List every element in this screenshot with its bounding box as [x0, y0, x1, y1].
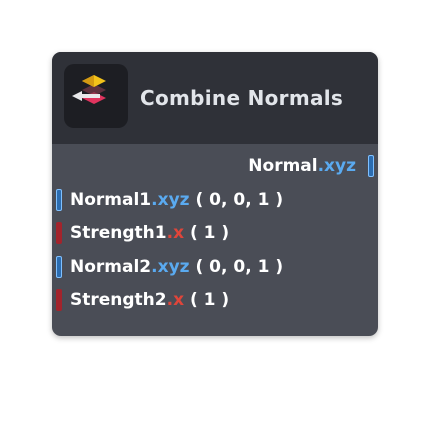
input-port-handle[interactable] [56, 289, 62, 311]
input-port-row-normal1[interactable]: Normal1.xyz ( 0, 0, 1 ) [52, 187, 378, 213]
input-port-handle[interactable] [56, 256, 62, 278]
output-label: Normal.xyz [248, 153, 356, 179]
input-swizzle: .x [166, 223, 185, 243]
input-name: Strength2 [70, 290, 167, 310]
combine-normals-node[interactable]: Combine Normals Normal.xyz Normal1.xyz (… [52, 52, 378, 336]
input-swizzle: .xyz [151, 257, 190, 277]
input-name: Strength1 [70, 223, 167, 243]
input-swizzle: .x [166, 290, 185, 310]
input-port-row-strength1[interactable]: Strength1.x ( 1 ) [52, 220, 378, 246]
input-label: Normal2.xyz ( 0, 0, 1 ) [70, 254, 283, 280]
output-port-handle[interactable] [368, 155, 374, 177]
input-port-handle[interactable] [56, 189, 62, 211]
input-port-row-strength2[interactable]: Strength2.x ( 1 ) [52, 287, 378, 313]
input-label: Strength2.x ( 1 ) [70, 287, 229, 313]
input-name: Normal2 [70, 257, 152, 277]
input-default-value: ( 0, 0, 1 ) [195, 190, 284, 210]
stacked-layers-icon [64, 64, 128, 128]
input-swizzle: .xyz [151, 190, 190, 210]
output-swizzle: .xyz [317, 156, 356, 176]
input-default-value: ( 0, 0, 1 ) [195, 257, 284, 277]
input-default-value: ( 1 ) [189, 290, 230, 310]
input-label: Strength1.x ( 1 ) [70, 220, 229, 246]
input-port-handle[interactable] [56, 222, 62, 244]
output-port-row-normal[interactable]: Normal.xyz [52, 153, 378, 179]
input-port-row-normal2[interactable]: Normal2.xyz ( 0, 0, 1 ) [52, 254, 378, 280]
node-title: Combine Normals [140, 86, 344, 110]
input-label: Normal1.xyz ( 0, 0, 1 ) [70, 187, 283, 213]
input-default-value: ( 1 ) [189, 223, 230, 243]
output-name: Normal [248, 156, 318, 176]
input-name: Normal1 [70, 190, 152, 210]
node-header[interactable]: Combine Normals [52, 52, 378, 144]
